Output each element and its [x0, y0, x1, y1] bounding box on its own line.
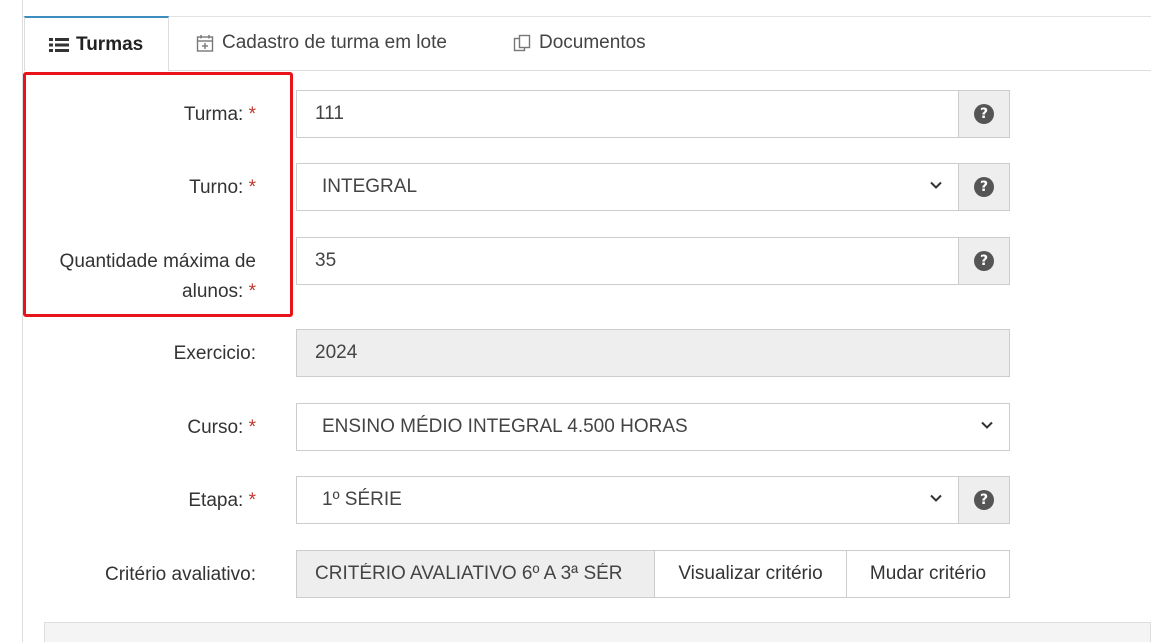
copy-icon — [511, 33, 533, 53]
curso-select[interactable]: ENSINO MÉDIO INTEGRAL 4.500 HORAS — [296, 403, 1010, 451]
etapa-label: Etapa: * — [188, 490, 256, 511]
question-circle-icon: ? — [974, 490, 994, 510]
criterio-label: Critério avaliativo: — [105, 564, 256, 585]
tab-label: Turmas — [76, 33, 144, 55]
etapa-select[interactable]: 1º SÉRIE — [296, 476, 959, 524]
tab-cadastro-lote[interactable]: Cadastro de turma em lote — [194, 16, 447, 70]
quantidade-label-line2: alunos: — [182, 281, 244, 302]
calendar-plus-icon — [194, 33, 216, 53]
chevron-down-icon — [930, 494, 942, 502]
required-marker: * — [248, 281, 256, 302]
turma-label: Turma: * — [183, 104, 256, 125]
curso-value: ENSINO MÉDIO INTEGRAL 4.500 HORAS — [322, 416, 688, 437]
quantidade-label-line1: Quantidade máxima de — [59, 251, 256, 272]
tab-bar: Turmas Cadastro de turma em lote Documen… — [24, 16, 1151, 71]
turno-help-button[interactable]: ? — [958, 163, 1010, 211]
chevron-down-icon — [930, 181, 942, 189]
turma-value: 111 — [315, 103, 344, 124]
turno-select[interactable]: INTEGRAL — [296, 163, 959, 211]
turno-label: Turno: * — [189, 177, 256, 198]
criterio-field: CRITÉRIO AVALIATIVO 6º A 3ª SÉR — [296, 550, 655, 598]
tab-documentos[interactable]: Documentos — [511, 16, 646, 70]
quantidade-label: Quantidade máxima de alunos: * — [60, 247, 256, 307]
etapa-value: 1º SÉRIE — [322, 489, 402, 510]
question-circle-icon: ? — [974, 251, 994, 271]
quantidade-value: 35 — [315, 250, 337, 271]
required-marker: * — [248, 177, 256, 198]
quantidade-help-button[interactable]: ? — [958, 237, 1010, 285]
tab-label: Documentos — [539, 32, 646, 53]
exercicio-value: 2024 — [315, 342, 358, 363]
question-circle-icon: ? — [974, 177, 994, 197]
curso-label: Curso: * — [187, 417, 256, 438]
quantidade-input[interactable]: 35 — [296, 237, 959, 285]
list-icon — [48, 35, 70, 55]
visualizar-criterio-button[interactable]: Visualizar critério — [654, 550, 847, 598]
required-marker: * — [248, 104, 256, 125]
turno-value: INTEGRAL — [322, 176, 418, 197]
etapa-help-button[interactable]: ? — [958, 476, 1010, 524]
tab-turmas[interactable]: Turmas — [24, 16, 169, 71]
footer-panel — [44, 622, 1151, 642]
turma-input[interactable]: 111 — [296, 90, 959, 138]
required-marker: * — [248, 490, 256, 511]
page-left-border — [0, 0, 23, 642]
question-circle-icon: ? — [974, 104, 994, 124]
turma-help-button[interactable]: ? — [958, 90, 1010, 138]
tab-label: Cadastro de turma em lote — [222, 32, 447, 53]
chevron-down-icon — [981, 421, 993, 429]
criterio-value: CRITÉRIO AVALIATIVO 6º A 3ª SÉR — [315, 563, 623, 584]
mudar-criterio-button[interactable]: Mudar critério — [846, 550, 1010, 598]
exercicio-field: 2024 — [296, 329, 1010, 377]
exercicio-label: Exercicio: — [173, 343, 256, 364]
required-marker: * — [248, 417, 256, 438]
